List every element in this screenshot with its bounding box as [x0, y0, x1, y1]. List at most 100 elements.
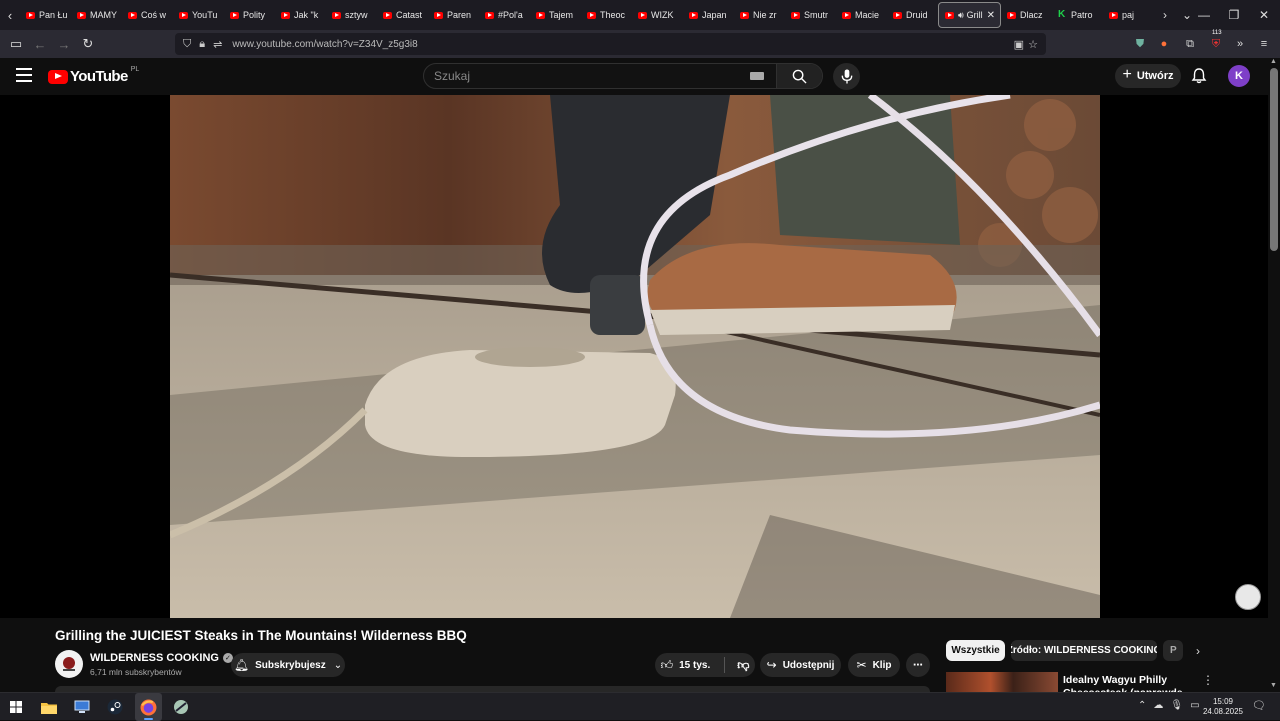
youtube-icon	[893, 11, 902, 19]
scroll-down-arrow-icon[interactable]: ▼	[1270, 682, 1277, 689]
recommendation-menu-icon[interactable]: ⋮	[1202, 673, 1214, 687]
youtube-logo[interactable]: YouTube PL	[48, 66, 139, 85]
bookmark-star-icon[interactable]: ☆	[1028, 38, 1038, 51]
browser-tab[interactable]: YouTu	[173, 2, 224, 28]
channel-watermark[interactable]	[1235, 584, 1261, 610]
overflow-menu-icon[interactable]: »	[1230, 34, 1250, 54]
address-bar[interactable]: ⛉ 🔒︎ ⇌ www.youtube.com/watch?v=Z34V_z5g3…	[175, 33, 1046, 55]
vpn-extension-icon[interactable]: ⛊	[1130, 34, 1150, 54]
guide-menu-icon[interactable]	[16, 68, 32, 82]
picture-in-picture-icon[interactable]: ▣	[1014, 38, 1024, 51]
account-avatar[interactable]: K	[1228, 65, 1250, 87]
channel-name[interactable]: WILDERNESS COOKING ✓	[90, 652, 233, 664]
chip-from-channel[interactable]: Źródło: WILDERNESS COOKING	[1011, 640, 1157, 661]
taskbar-clock[interactable]: 15:09 24.08.2025	[1200, 697, 1246, 717]
app-menu-icon[interactable]: ≡	[1254, 34, 1274, 54]
tabs-scroll-right-icon[interactable]: ›	[1154, 8, 1176, 22]
recommendation-thumbnail[interactable]	[946, 672, 1058, 692]
windows-start-button[interactable]	[6, 697, 26, 717]
voice-search-button[interactable]	[833, 63, 860, 90]
recommendation-title[interactable]: Idealny Wagyu Philly Cheesesteak (napraw…	[1063, 674, 1198, 692]
youtube-icon	[332, 11, 341, 19]
youtube-icon	[945, 11, 954, 19]
video-player[interactable]	[0, 95, 1268, 618]
chip-all[interactable]: Wszystkie	[946, 640, 1005, 661]
browser-tab-active[interactable]: 🔊︎ Grill ✕	[938, 2, 1001, 28]
browser-tab[interactable]: Tajem	[530, 2, 581, 28]
chips-next-arrow-icon[interactable]: ›	[1190, 641, 1206, 661]
lock-icon[interactable]: 🔒︎	[199, 38, 205, 51]
permissions-icon[interactable]: ⇌	[213, 38, 222, 51]
browser-tab[interactable]: Druid	[887, 2, 938, 28]
speaker-playing-icon[interactable]: 🔊︎	[958, 10, 964, 21]
forward-button[interactable]: →	[52, 32, 76, 56]
like-button[interactable]: 👍︎	[661, 658, 674, 673]
file-explorer-icon[interactable]	[39, 697, 59, 717]
clip-button[interactable]: ✂ Klip	[848, 653, 900, 677]
browser-tab[interactable]: Jak "k	[275, 2, 326, 28]
page-scrollbar[interactable]: ▲ ▼	[1268, 58, 1280, 692]
scrollbar-thumb[interactable]	[1270, 68, 1278, 251]
url-text[interactable]: www.youtube.com/watch?v=Z34V_z5g3i8	[232, 39, 417, 50]
search-box[interactable]: Szukaj	[423, 63, 823, 89]
extensions-icon[interactable]: ⧉	[1180, 34, 1200, 54]
browser-tab[interactable]: WIZK	[632, 2, 683, 28]
channel-avatar[interactable]	[55, 650, 83, 678]
show-hidden-icons-icon[interactable]: ⌃	[1138, 700, 1146, 711]
browser-tab[interactable]: Polity	[224, 2, 275, 28]
browser-tab[interactable]: Macie	[836, 2, 887, 28]
keyboard-icon[interactable]	[750, 72, 764, 80]
close-window-button[interactable]: ✕	[1248, 0, 1280, 30]
browser-tab[interactable]: MAMY	[71, 2, 122, 28]
notifications-tray-icon[interactable]: 🗨︎	[1252, 699, 1266, 712]
browser-tab[interactable]: Nie zr	[734, 2, 785, 28]
steam-icon[interactable]	[105, 697, 125, 717]
browser-tab[interactable]: Coś w	[122, 2, 173, 28]
youtube-icon	[485, 11, 494, 19]
browser-tab[interactable]: Paren	[428, 2, 479, 28]
browser-tab-label: Druid	[906, 10, 928, 20]
share-button[interactable]: ↪ Udostępnij	[760, 653, 841, 677]
video-frame[interactable]	[170, 95, 1100, 618]
search-input[interactable]: Szukaj	[434, 69, 750, 83]
like-count[interactable]: 15 tys.	[679, 660, 710, 671]
create-button[interactable]: + Utwórz	[1115, 64, 1181, 88]
remote-desktop-icon[interactable]	[72, 697, 92, 717]
minimize-window-button[interactable]: —	[1188, 0, 1220, 30]
close-tab-icon[interactable]: ✕	[987, 10, 995, 21]
browser-tab-label: Macie	[855, 10, 880, 20]
tracking-protection-shield-icon[interactable]: ⛉	[183, 38, 191, 51]
firefox-account-icon[interactable]: ●	[1154, 34, 1174, 54]
search-button[interactable]	[776, 64, 822, 88]
scroll-up-arrow-icon[interactable]: ▲	[1270, 58, 1277, 65]
browser-navigation-bar: ▭ ← → ↻ ⛉ 🔒︎ ⇌ www.youtube.com/watch?v=Z…	[0, 30, 1280, 58]
microphone-tray-icon[interactable]: 🎙︎	[1170, 700, 1183, 711]
browser-tab[interactable]: #Pol'a	[479, 2, 530, 28]
browser-tab[interactable]: Japan	[683, 2, 734, 28]
restore-window-button[interactable]: ❐	[1218, 0, 1250, 30]
taskbar-app-icon[interactable]	[171, 697, 191, 717]
channel-name-text[interactable]: WILDERNESS COOKING	[90, 652, 219, 664]
reload-button[interactable]: ↻	[76, 32, 100, 56]
back-button[interactable]: ←	[28, 32, 52, 56]
browser-tab[interactable]: Theoc	[581, 2, 632, 28]
dislike-button[interactable]: 👎︎	[737, 658, 749, 673]
network-icon[interactable]: ▭	[1190, 700, 1199, 711]
notifications-button[interactable]	[1190, 67, 1210, 87]
subscribe-button[interactable]: 🔔︎ Subskrybujesz ⌄	[231, 653, 345, 677]
browser-tab[interactable]: Patro	[1052, 2, 1103, 28]
tabs-scroll-left-icon[interactable]: ‹	[0, 0, 20, 30]
ublock-extension-icon[interactable]: ⛨ 113	[1206, 30, 1226, 54]
browser-tab[interactable]: sztyw	[326, 2, 377, 28]
browser-tab[interactable]: paj	[1103, 2, 1154, 28]
sidebar-toggle-icon[interactable]: ▭	[4, 32, 28, 56]
browser-tab[interactable]: Dlacz	[1001, 2, 1052, 28]
more-actions-button[interactable]: ⋯	[906, 653, 930, 677]
chip-partial[interactable]: P	[1163, 640, 1183, 661]
clock-time: 15:09	[1212, 697, 1234, 706]
browser-tab[interactable]: Catast	[377, 2, 428, 28]
browser-tab[interactable]: Smutr	[785, 2, 836, 28]
firefox-icon[interactable]	[138, 697, 158, 717]
browser-tab[interactable]: Pan Łu	[20, 2, 71, 28]
onedrive-cloud-icon[interactable]: ☁	[1153, 700, 1163, 711]
